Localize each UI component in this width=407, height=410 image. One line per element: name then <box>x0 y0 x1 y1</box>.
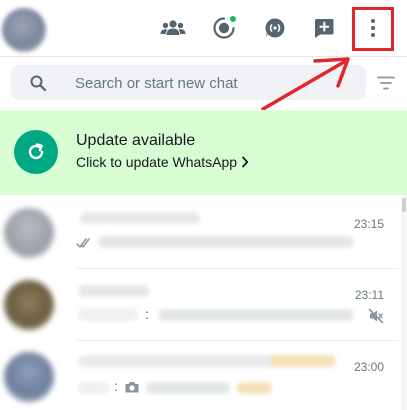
chat-list-scrollbar[interactable] <box>401 196 407 410</box>
banner-subtitle-row[interactable]: Click to update WhatsApp <box>76 154 249 170</box>
preview-separator: : <box>114 378 118 394</box>
chevron-right-icon <box>242 156 249 168</box>
update-banner[interactable]: Update available Click to update WhatsAp… <box>0 110 407 195</box>
chat-time: 23:15 <box>353 217 384 231</box>
search-input[interactable] <box>75 72 355 94</box>
filter-icon[interactable] <box>377 74 395 92</box>
search-icon[interactable] <box>29 74 47 92</box>
camera-icon <box>125 382 139 393</box>
muted-speaker-icon <box>368 308 384 324</box>
chat-list-item[interactable]: 23:11 : <box>0 268 400 340</box>
divider <box>76 268 399 269</box>
chat-avatar <box>4 208 54 258</box>
chat-time: 23:00 <box>353 360 384 374</box>
preview-separator: : <box>145 306 149 322</box>
chat-preview-blurred <box>146 382 230 394</box>
chat-name-blurred <box>80 212 200 224</box>
double-check-icon <box>76 238 90 248</box>
channels-button[interactable] <box>261 14 289 42</box>
chat-preview-emoji-blurred <box>236 382 272 394</box>
banner-title: Update available <box>76 132 196 149</box>
chat-avatar <box>4 280 54 330</box>
chat-sender-blurred <box>78 382 110 394</box>
divider <box>76 340 399 341</box>
chat-name-blurred <box>78 355 278 367</box>
new-chat-button[interactable] <box>310 14 338 42</box>
search-row <box>0 58 407 108</box>
status-button[interactable] <box>210 14 238 42</box>
channels-icon <box>265 18 285 38</box>
chat-avatar <box>4 352 54 402</box>
chat-preview-blurred <box>158 309 354 321</box>
chat-preview-blurred <box>98 236 354 248</box>
profile-avatar[interactable] <box>2 8 46 52</box>
chat-name-blurred <box>78 285 150 297</box>
scrollbar-thumb[interactable] <box>402 198 406 212</box>
refresh-icon <box>14 130 58 174</box>
whatsapp-window: Update available Click to update WhatsAp… <box>0 0 407 410</box>
chat-list-item[interactable]: 23:15 <box>0 196 400 268</box>
chat-time: 23:11 <box>354 288 384 302</box>
communities-button[interactable] <box>159 14 187 42</box>
communities-icon <box>160 20 186 35</box>
banner-subtitle: Click to update WhatsApp <box>76 154 238 170</box>
new-chat-icon <box>314 19 334 38</box>
menu-highlight-box <box>352 7 394 51</box>
search-box[interactable] <box>11 65 366 100</box>
status-unread-dot <box>229 15 237 23</box>
chat-name-emoji-blurred <box>270 355 336 367</box>
chat-sender-blurred <box>78 309 138 321</box>
chat-list-item[interactable]: 23:00 : <box>0 340 400 410</box>
header-bar <box>0 0 407 57</box>
